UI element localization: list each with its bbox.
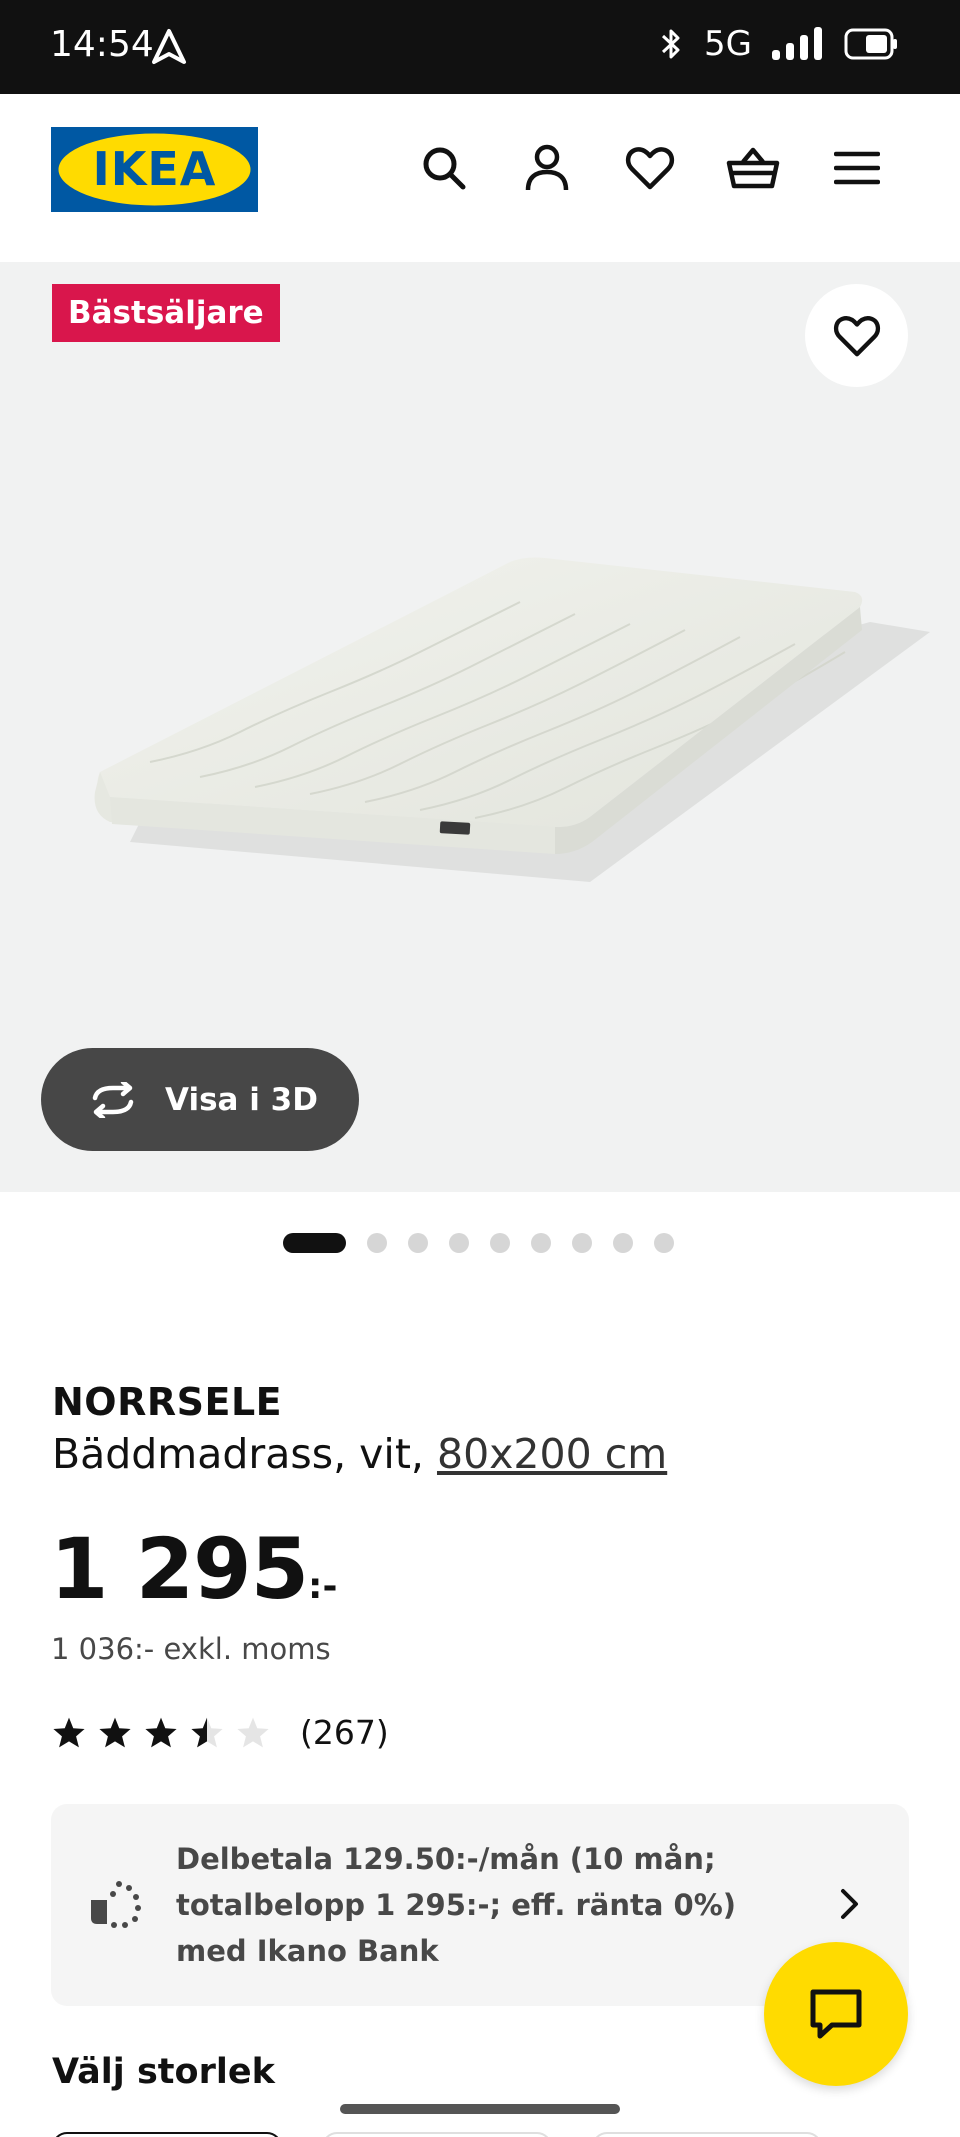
product-rating[interactable]: (267): [52, 1713, 389, 1752]
product-description-text: Bäddmadrass, vit,: [52, 1430, 424, 1478]
basket-button[interactable]: [725, 140, 781, 196]
product-price: 1 295:-: [50, 1520, 337, 1618]
gallery-dot[interactable]: [367, 1233, 387, 1253]
gallery-dot[interactable]: [449, 1233, 469, 1253]
price-amount: 1 295: [50, 1520, 309, 1618]
size-option[interactable]: [592, 2132, 822, 2137]
heart-icon: [625, 147, 675, 190]
payment-icon: [91, 1881, 141, 1928]
size-option[interactable]: [322, 2132, 552, 2137]
search-button[interactable]: [416, 140, 472, 196]
bluetooth-icon: [661, 29, 680, 59]
product-gallery[interactable]: Bästsäljare Visa i 3D: [0, 262, 960, 1192]
gallery-dot[interactable]: [613, 1233, 633, 1253]
size-option[interactable]: [52, 2132, 282, 2137]
gallery-dot[interactable]: [572, 1233, 592, 1253]
ikea-logo-text: IKEA: [93, 142, 217, 196]
navigation-arrow-icon: [152, 29, 186, 64]
heart-icon: [833, 315, 880, 356]
gallery-pagination: [283, 1233, 674, 1253]
financing-text: Delbetala 129.50:-/mån (10 mån; totalbel…: [176, 1842, 737, 1968]
rotate-3d-icon: [92, 1081, 134, 1118]
product-name: NORRSELE: [52, 1380, 283, 1424]
chat-button[interactable]: [764, 1942, 908, 2086]
star-full-icon: [145, 1717, 177, 1748]
status-indicators: 5G: [656, 24, 898, 64]
search-icon: [423, 147, 466, 190]
star-half-icon: [191, 1717, 223, 1748]
price-excl-vat: 1 036:- exkl. moms: [51, 1632, 331, 1666]
account-icon: [525, 144, 569, 191]
gallery-dot[interactable]: [531, 1233, 551, 1253]
status-time: 14:54: [50, 24, 154, 65]
home-indicator[interactable]: [340, 2104, 620, 2114]
size-section-heading: Välj storlek: [52, 2052, 275, 2092]
ikea-logo[interactable]: IKEA: [51, 127, 258, 212]
favourites-button[interactable]: [622, 140, 678, 196]
site-header: IKEA: [0, 94, 960, 262]
bestseller-badge: Bästsäljare: [52, 284, 280, 342]
product-description: Bäddmadrass, vit, 80x200 cm: [52, 1430, 667, 1478]
star-full-icon: [99, 1717, 131, 1748]
status-bar: 14:54 5G: [0, 0, 960, 94]
chevron-right-icon: [841, 1889, 858, 1919]
basket-icon: [726, 147, 780, 189]
star-full-icon: [53, 1717, 85, 1748]
signal-icon: [772, 27, 822, 60]
price-suffix: :-: [308, 1566, 338, 1607]
gallery-dot[interactable]: [408, 1233, 428, 1253]
product-size-link[interactable]: 80x200 cm: [437, 1430, 667, 1478]
menu-icon: [834, 151, 880, 185]
network-type: 5G: [704, 24, 752, 64]
account-button[interactable]: [519, 140, 575, 196]
view-in-3d-button[interactable]: Visa i 3D: [41, 1048, 359, 1151]
gallery-dot[interactable]: [283, 1233, 346, 1253]
gallery-dot[interactable]: [490, 1233, 510, 1253]
gallery-dot[interactable]: [654, 1233, 674, 1253]
add-to-favourites-button[interactable]: [805, 284, 908, 387]
size-options: [52, 2132, 822, 2137]
rating-count[interactable]: (267): [300, 1713, 389, 1752]
chat-icon: [810, 1989, 862, 2039]
battery-icon: [844, 28, 897, 60]
menu-button[interactable]: [829, 140, 885, 196]
star-empty-icon: [237, 1717, 269, 1748]
view-in-3d-label: Visa i 3D: [165, 1081, 318, 1118]
